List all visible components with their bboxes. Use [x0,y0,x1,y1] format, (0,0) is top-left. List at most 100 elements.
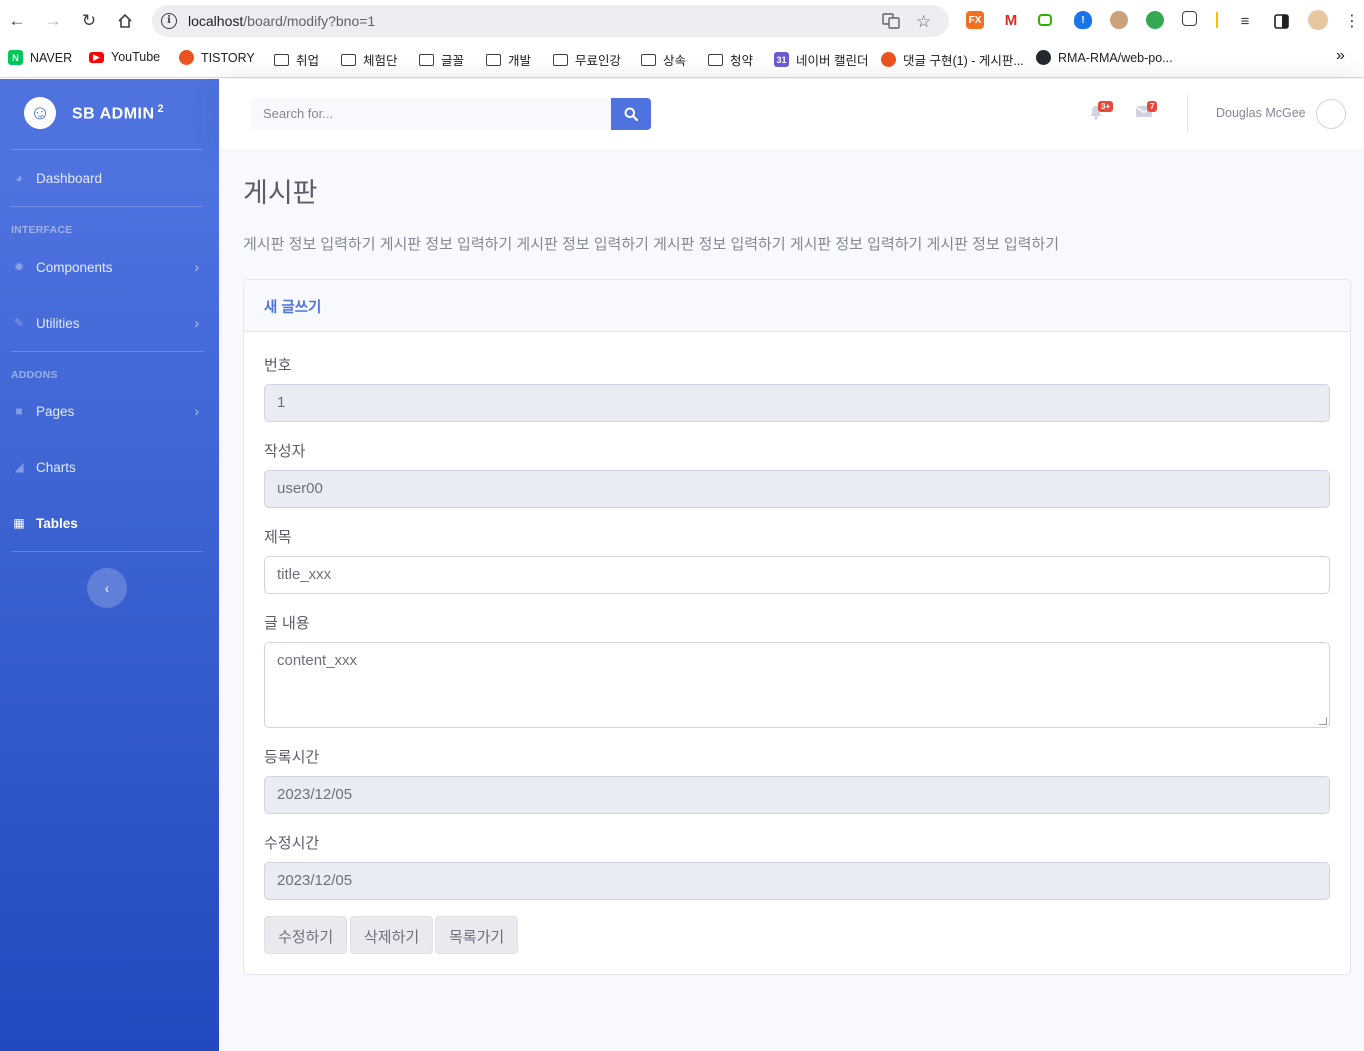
card-title: 새 글쓰기 [244,280,1350,332]
gmail-icon[interactable]: M [1002,11,1020,29]
sidebar-item-utilities[interactable]: ✎ Utilities › [0,303,219,343]
topbar-divider [1187,95,1188,133]
writer-label: 작성자 [264,443,306,460]
remove-button[interactable]: 삭제하기 [350,916,434,954]
sidebar-divider [11,206,203,207]
bookmark-folder-dev[interactable]: 개발 [486,50,531,69]
chevron-left-icon: ‹ [104,580,110,596]
chevron-right-icon: › [194,315,199,331]
brand-sup: 2 [157,102,165,115]
bookmarks-overflow-icon[interactable]: » [1336,47,1345,65]
bno-label: 번호 [264,357,292,374]
avatar[interactable] [1316,99,1346,129]
bookmark-folder-inheritance[interactable]: 상속 [641,50,686,69]
bookmark-naver-calendar[interactable]: 31 네이버 캘린더 [774,50,868,69]
alerts-dropdown[interactable]: 3+ [1089,101,1114,124]
tistory-icon [881,52,896,67]
sidebar-item-charts[interactable]: ◢ Charts [0,447,219,487]
bookmark-folder-experience[interactable]: 체험단 [341,50,398,69]
content-text: content_xxx [277,652,358,669]
brand[interactable]: ☺ SB ADMIN 2 [20,93,165,133]
sidebar-divider [11,551,203,552]
extension-green-icon[interactable] [1038,14,1052,26]
topbar: Search for... 3+ 7 Douglas McGee [219,79,1364,149]
home-icon[interactable] [113,9,137,33]
bookmark-naver[interactable]: N NAVER [8,50,72,65]
calendar-icon: 31 [774,52,789,67]
chevron-right-icon: › [194,259,199,275]
sidebar-item-label: Dashboard [36,170,103,186]
main-content: 게시판 게시판 정보 입력하기 게시판 정보 입력하기 게시판 정보 입력하기 … [219,149,1364,1051]
toolbar-divider [1216,12,1218,28]
sidebar-divider [11,351,203,352]
site-info-icon[interactable]: i [161,13,177,29]
extensions-puzzle-icon[interactable] [1182,11,1197,26]
search-input[interactable]: Search for... [251,98,611,130]
extension-shield-icon[interactable]: ! [1074,11,1092,29]
list-button[interactable]: 목록가기 [435,916,519,954]
sidebar-item-tables[interactable]: ▦ Tables [0,503,219,543]
extension-globe-icon[interactable] [1146,11,1164,29]
bookmark-folder-free-lectures[interactable]: 무료인강 [553,50,621,69]
side-panel-icon[interactable] [1269,9,1293,33]
folder-icon [274,53,289,66]
user-name[interactable]: Douglas McGee [1216,106,1306,120]
bookmark-folder-job[interactable]: 취업 [274,50,319,69]
title-input[interactable]: title_xxx [264,556,1330,594]
sidebar-item-label: Charts [36,459,76,475]
folder-icon [553,53,568,66]
extension-fx-icon[interactable]: FX [966,11,984,29]
folder-icon [419,53,434,66]
sidebar-item-dashboard[interactable]: ◕ Dashboard [0,158,219,198]
regdate-field[interactable]: 2023/12/05 [264,776,1330,814]
naver-icon: N [8,50,23,65]
translate-icon[interactable] [882,12,900,35]
chart-area-icon: ◢ [14,460,24,474]
bno-field[interactable]: 1 [264,384,1330,422]
content-textarea[interactable]: content_xxx [264,642,1330,728]
bookmark-youtube[interactable]: ▶ YouTube [89,50,160,64]
table-icon: ▦ [13,516,25,530]
bookmark-folder-subscription[interactable]: 청약 [708,50,753,69]
reload-icon[interactable]: ↻ [77,9,101,33]
bookmarks-bar: N NAVER ▶ YouTube TISTORY 취업 체험단 글꼴 개발 무료인… [0,42,1364,78]
bookmark-comment-post[interactable]: 댓글 구현(1) - 게시판... [881,50,1024,69]
sidebar-item-pages[interactable]: ■ Pages › [0,391,219,431]
bookmark-tistory[interactable]: TISTORY [179,50,255,65]
modify-button[interactable]: 수정하기 [264,916,348,954]
url-text[interactable]: localhost/board/modify?bno=1 [188,13,375,29]
folder-icon [708,53,723,66]
bookmark-github[interactable]: RMA-RMA/web-po... [1036,50,1173,65]
title-label: 제목 [264,529,292,546]
sidebar-toggle-button[interactable]: ‹ [87,568,127,608]
sidebar-heading-addons: ADDONS [11,369,58,381]
resize-grip-icon[interactable] [1319,717,1327,725]
bookmark-star-icon[interactable]: ☆ [916,12,931,32]
wrench-icon: ✎ [13,316,25,330]
sidebar: ☺ SB ADMIN 2 ◕ Dashboard INTERFACE ✹ Comp… [0,79,219,1051]
sidebar-heading-interface: INTERFACE [11,224,73,236]
back-icon[interactable]: ← [5,9,29,33]
folder-icon [341,53,356,66]
address-bar[interactable]: i localhost/board/modify?bno=1 ☆ [152,5,949,37]
messages-dropdown[interactable]: 7 [1135,101,1158,122]
folder-icon [486,53,501,66]
writer-field[interactable]: user00 [264,470,1330,508]
regdate-label: 등록시간 [264,749,320,766]
updatedate-field[interactable]: 2023/12/05 [264,862,1330,900]
sidebar-item-label: Utilities [36,315,80,331]
bookmark-folder-fonts[interactable]: 글꼴 [419,50,464,69]
write-card: 새 글쓰기 번호 1 작성자 user00 제목 title_xxx 글 내용 … [243,279,1351,975]
browser-toolbar: ← → ↻ i localhost/board/modify?bno=1 ☆ F… [0,0,1364,42]
forward-icon[interactable]: → [41,9,65,33]
extension-avatar-icon[interactable] [1110,11,1128,29]
menu-kebab-icon[interactable]: ⋮ [1340,9,1364,33]
media-queue-icon[interactable]: ≡ [1233,9,1257,33]
page-title: 게시판 [243,178,318,208]
sidebar-item-components[interactable]: ✹ Components › [0,247,219,287]
folder-icon [641,53,656,66]
profile-avatar-icon[interactable] [1308,10,1328,30]
search-button[interactable] [611,98,651,130]
folder-icon: ■ [15,404,23,418]
page-description: 게시판 정보 입력하기 게시판 정보 입력하기 게시판 정보 입력하기 게시판 … [243,236,1060,253]
